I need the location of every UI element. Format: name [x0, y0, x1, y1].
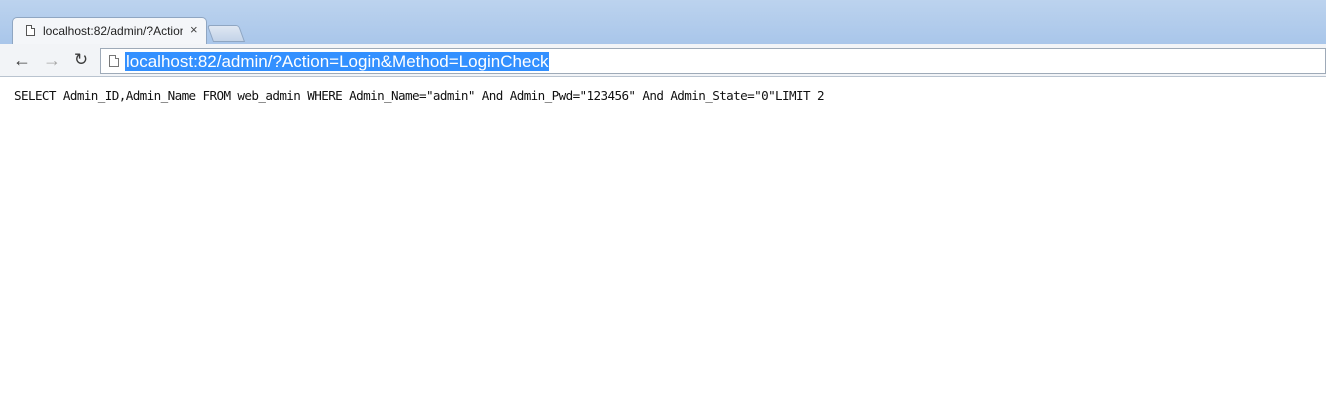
browser-toolbar: ← → ↻ localhost:82/admin/?Action=Login&M… — [0, 44, 1326, 77]
tab-title: localhost:82/admin/?Action=Login&Method=… — [43, 24, 183, 38]
close-icon[interactable]: × — [190, 23, 198, 37]
new-tab-button[interactable] — [206, 25, 246, 42]
page-icon — [109, 55, 119, 67]
page-icon — [26, 25, 35, 36]
back-arrow-icon[interactable]: ← — [11, 50, 33, 70]
forward-arrow-icon[interactable]: → — [41, 50, 63, 70]
page-content: SELECT Admin_ID,Admin_Name FROM web_admi… — [0, 77, 1326, 414]
window-titlebar: localhost:82/admin/?Action=Login&Method=… — [0, 0, 1326, 44]
reload-icon[interactable]: ↻ — [70, 50, 92, 70]
address-bar[interactable]: localhost:82/admin/?Action=Login&Method=… — [100, 48, 1326, 74]
sql-query-output: SELECT Admin_ID,Admin_Name FROM web_admi… — [14, 88, 825, 103]
browser-tab[interactable]: localhost:82/admin/?Action=Login&Method=… — [12, 17, 207, 44]
address-url-selected[interactable]: localhost:82/admin/?Action=Login&Method=… — [125, 52, 550, 71]
